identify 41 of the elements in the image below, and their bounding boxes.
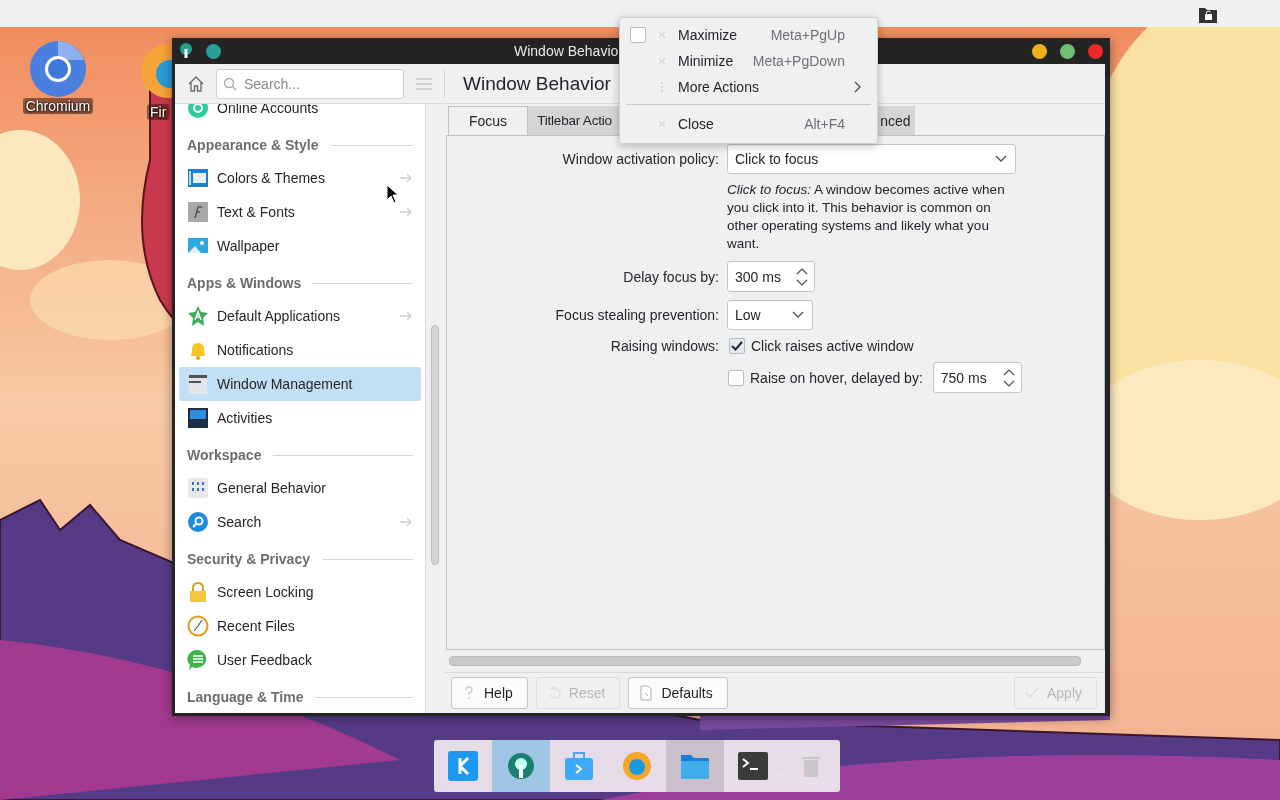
sidebar-item[interactable]: Recent Files xyxy=(179,609,421,643)
desktop-icon-label[interactable]: Fir xyxy=(147,104,170,120)
menu-item[interactable]: Maximize Meta+PgUp xyxy=(620,22,877,48)
field-label: Window activation policy: xyxy=(561,151,719,167)
menu-item[interactable]: More Actions xyxy=(620,74,877,100)
sidebar-item[interactable]: Activities xyxy=(179,401,421,435)
field-label: Raising windows: xyxy=(609,338,719,354)
page-title: Window Behavior xyxy=(463,72,611,95)
delay-spinbox[interactable]: 300 ms xyxy=(727,261,815,292)
hover-delay-spinbox[interactable]: 750 ms xyxy=(932,362,1022,393)
sidebar-item[interactable]: Window Management xyxy=(179,367,421,401)
section-header: Language & Time xyxy=(187,689,304,705)
policy-description: Click to focus: A window becomes active when you click into it. This behavior is common on other operating systems and likely what you want. xyxy=(727,181,1006,253)
action-button[interactable]: Help xyxy=(451,677,528,709)
action-button[interactable]: Defaults xyxy=(628,677,728,709)
section-header: Security & Privacy xyxy=(187,551,310,567)
menu-item[interactable]: Minimize Meta+PgDown xyxy=(620,48,877,74)
tab[interactable]: Focus xyxy=(448,106,529,135)
tab[interactable]: Titlebar Actio xyxy=(528,106,622,135)
search-field[interactable]: Search... xyxy=(216,68,404,99)
window-title: Window Behavio xyxy=(514,43,619,59)
checkbox-label[interactable]: Click raises active window xyxy=(751,338,914,354)
prevention-dropdown[interactable]: Low xyxy=(727,300,813,330)
section-header: Appearance & Style xyxy=(187,137,319,153)
menu-item[interactable]: Close Alt+F4 xyxy=(620,109,877,139)
field-label: Delay focus by: xyxy=(622,268,719,285)
sidebar-item[interactable]: Text & Fonts xyxy=(179,195,421,229)
sidebar-item[interactable]: Default Applications xyxy=(179,299,421,333)
sidebar-item[interactable]: Screen Locking xyxy=(179,575,421,609)
tab[interactable]: nced xyxy=(880,106,916,135)
policy-dropdown[interactable]: Click to focus xyxy=(727,144,1016,174)
sidebar-item[interactable]: Search xyxy=(179,505,421,539)
sidebar-item[interactable]: Wallpaper xyxy=(179,229,421,263)
field-label: Focus stealing prevention: xyxy=(554,307,719,323)
section-header: Workspace xyxy=(187,447,262,463)
checkbox-label[interactable]: Raise on hover, delayed by: xyxy=(750,369,923,386)
sidebar-item[interactable]: Notifications xyxy=(179,333,421,367)
sidebar-item[interactable]: User Feedback xyxy=(179,643,421,677)
sidebar-item[interactable]: Colors & Themes xyxy=(179,161,421,195)
section-header: Apps & Windows xyxy=(187,275,302,291)
sidebar-item[interactable]: General Behavior xyxy=(179,471,421,505)
